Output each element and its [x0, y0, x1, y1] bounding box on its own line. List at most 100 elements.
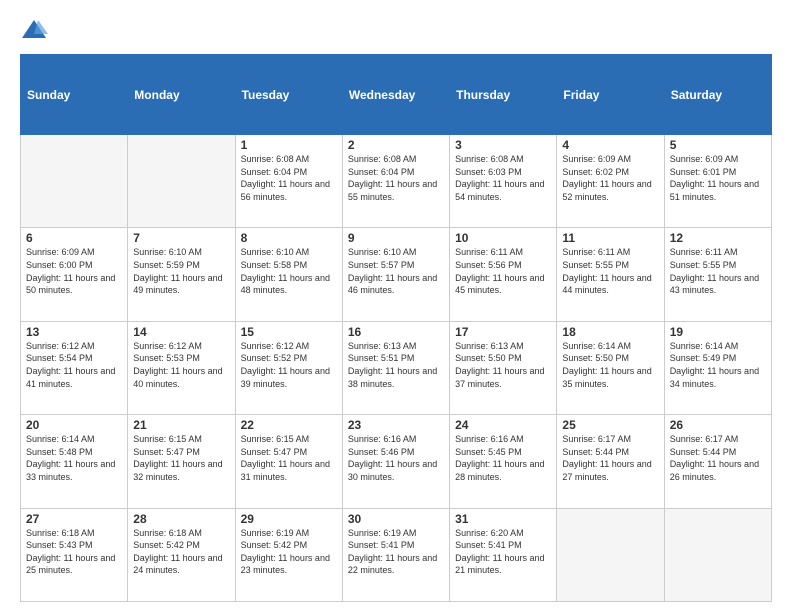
- day-number: 11: [562, 231, 658, 245]
- day-number: 21: [133, 418, 229, 432]
- day-header-friday: Friday: [557, 55, 664, 135]
- day-number: 9: [348, 231, 444, 245]
- day-number: 22: [241, 418, 337, 432]
- day-info: Sunrise: 6:08 AM Sunset: 6:03 PM Dayligh…: [455, 153, 551, 203]
- day-number: 3: [455, 138, 551, 152]
- day-number: 31: [455, 512, 551, 526]
- day-number: 18: [562, 325, 658, 339]
- day-info: Sunrise: 6:09 AM Sunset: 6:02 PM Dayligh…: [562, 153, 658, 203]
- day-info: Sunrise: 6:16 AM Sunset: 5:45 PM Dayligh…: [455, 433, 551, 483]
- calendar-cell: 29Sunrise: 6:19 AM Sunset: 5:42 PM Dayli…: [235, 508, 342, 601]
- day-info: Sunrise: 6:09 AM Sunset: 6:00 PM Dayligh…: [26, 246, 122, 296]
- calendar-cell: 17Sunrise: 6:13 AM Sunset: 5:50 PM Dayli…: [450, 321, 557, 414]
- day-info: Sunrise: 6:19 AM Sunset: 5:42 PM Dayligh…: [241, 527, 337, 577]
- day-number: 29: [241, 512, 337, 526]
- day-number: 5: [670, 138, 766, 152]
- calendar-cell: 20Sunrise: 6:14 AM Sunset: 5:48 PM Dayli…: [21, 415, 128, 508]
- calendar-cell: 11Sunrise: 6:11 AM Sunset: 5:55 PM Dayli…: [557, 228, 664, 321]
- calendar-cell: 30Sunrise: 6:19 AM Sunset: 5:41 PM Dayli…: [342, 508, 449, 601]
- calendar-cell: 13Sunrise: 6:12 AM Sunset: 5:54 PM Dayli…: [21, 321, 128, 414]
- calendar-cell: 4Sunrise: 6:09 AM Sunset: 6:02 PM Daylig…: [557, 135, 664, 228]
- calendar-cell: [557, 508, 664, 601]
- day-info: Sunrise: 6:12 AM Sunset: 5:52 PM Dayligh…: [241, 340, 337, 390]
- calendar-cell: 28Sunrise: 6:18 AM Sunset: 5:42 PM Dayli…: [128, 508, 235, 601]
- day-number: 10: [455, 231, 551, 245]
- day-info: Sunrise: 6:11 AM Sunset: 5:55 PM Dayligh…: [562, 246, 658, 296]
- day-number: 4: [562, 138, 658, 152]
- day-number: 2: [348, 138, 444, 152]
- day-info: Sunrise: 6:11 AM Sunset: 5:55 PM Dayligh…: [670, 246, 766, 296]
- day-info: Sunrise: 6:18 AM Sunset: 5:43 PM Dayligh…: [26, 527, 122, 577]
- day-info: Sunrise: 6:10 AM Sunset: 5:57 PM Dayligh…: [348, 246, 444, 296]
- header: [20, 16, 772, 44]
- calendar-week-2: 13Sunrise: 6:12 AM Sunset: 5:54 PM Dayli…: [21, 321, 772, 414]
- page: SundayMondayTuesdayWednesdayThursdayFrid…: [0, 0, 792, 612]
- day-number: 6: [26, 231, 122, 245]
- day-number: 28: [133, 512, 229, 526]
- day-number: 14: [133, 325, 229, 339]
- header-row: SundayMondayTuesdayWednesdayThursdayFrid…: [21, 55, 772, 135]
- calendar-cell: 15Sunrise: 6:12 AM Sunset: 5:52 PM Dayli…: [235, 321, 342, 414]
- calendar-cell: 7Sunrise: 6:10 AM Sunset: 5:59 PM Daylig…: [128, 228, 235, 321]
- day-info: Sunrise: 6:17 AM Sunset: 5:44 PM Dayligh…: [562, 433, 658, 483]
- calendar-cell: 19Sunrise: 6:14 AM Sunset: 5:49 PM Dayli…: [664, 321, 771, 414]
- calendar-cell: 23Sunrise: 6:16 AM Sunset: 5:46 PM Dayli…: [342, 415, 449, 508]
- day-header-tuesday: Tuesday: [235, 55, 342, 135]
- day-number: 27: [26, 512, 122, 526]
- day-number: 1: [241, 138, 337, 152]
- day-info: Sunrise: 6:13 AM Sunset: 5:50 PM Dayligh…: [455, 340, 551, 390]
- day-info: Sunrise: 6:09 AM Sunset: 6:01 PM Dayligh…: [670, 153, 766, 203]
- day-info: Sunrise: 6:14 AM Sunset: 5:48 PM Dayligh…: [26, 433, 122, 483]
- day-number: 23: [348, 418, 444, 432]
- calendar-table: SundayMondayTuesdayWednesdayThursdayFrid…: [20, 54, 772, 602]
- day-header-saturday: Saturday: [664, 55, 771, 135]
- calendar-body: 1 Sunrise: 6:08 AM Sunset: 6:04 PM Daylig…: [21, 135, 772, 602]
- calendar-cell: 22Sunrise: 6:15 AM Sunset: 5:47 PM Dayli…: [235, 415, 342, 508]
- logo-icon: [20, 16, 48, 44]
- logo: [20, 16, 52, 44]
- calendar-cell: 10Sunrise: 6:11 AM Sunset: 5:56 PM Dayli…: [450, 228, 557, 321]
- calendar-cell: 3Sunrise: 6:08 AM Sunset: 6:03 PM Daylig…: [450, 135, 557, 228]
- calendar-week-4: 27Sunrise: 6:18 AM Sunset: 5:43 PM Dayli…: [21, 508, 772, 601]
- calendar-cell: 5Sunrise: 6:09 AM Sunset: 6:01 PM Daylig…: [664, 135, 771, 228]
- day-number: 7: [133, 231, 229, 245]
- day-info: Sunrise: 6:16 AM Sunset: 5:46 PM Dayligh…: [348, 433, 444, 483]
- day-info: Sunrise: 6:15 AM Sunset: 5:47 PM Dayligh…: [133, 433, 229, 483]
- calendar-cell: 25Sunrise: 6:17 AM Sunset: 5:44 PM Dayli…: [557, 415, 664, 508]
- calendar-cell: 27Sunrise: 6:18 AM Sunset: 5:43 PM Dayli…: [21, 508, 128, 601]
- calendar-cell: 18Sunrise: 6:14 AM Sunset: 5:50 PM Dayli…: [557, 321, 664, 414]
- day-number: 13: [26, 325, 122, 339]
- day-info: Sunrise: 6:15 AM Sunset: 5:47 PM Dayligh…: [241, 433, 337, 483]
- day-info: Sunrise: 6:12 AM Sunset: 5:53 PM Dayligh…: [133, 340, 229, 390]
- calendar-cell: 26Sunrise: 6:17 AM Sunset: 5:44 PM Dayli…: [664, 415, 771, 508]
- day-info: Sunrise: 6:08 AM Sunset: 6:04 PM Dayligh…: [348, 153, 444, 203]
- day-info: Sunrise: 6:14 AM Sunset: 5:49 PM Dayligh…: [670, 340, 766, 390]
- calendar-cell: 2Sunrise: 6:08 AM Sunset: 6:04 PM Daylig…: [342, 135, 449, 228]
- day-header-wednesday: Wednesday: [342, 55, 449, 135]
- calendar-week-3: 20Sunrise: 6:14 AM Sunset: 5:48 PM Dayli…: [21, 415, 772, 508]
- day-info: Sunrise: 6:11 AM Sunset: 5:56 PM Dayligh…: [455, 246, 551, 296]
- calendar-cell: 12Sunrise: 6:11 AM Sunset: 5:55 PM Dayli…: [664, 228, 771, 321]
- calendar-cell: [21, 135, 128, 228]
- day-header-monday: Monday: [128, 55, 235, 135]
- calendar-week-0: 1 Sunrise: 6:08 AM Sunset: 6:04 PM Daylig…: [21, 135, 772, 228]
- calendar-header: SundayMondayTuesdayWednesdayThursdayFrid…: [21, 55, 772, 135]
- calendar-cell: 9Sunrise: 6:10 AM Sunset: 5:57 PM Daylig…: [342, 228, 449, 321]
- day-info: Sunrise: 6:12 AM Sunset: 5:54 PM Dayligh…: [26, 340, 122, 390]
- day-info: Sunrise: 6:20 AM Sunset: 5:41 PM Dayligh…: [455, 527, 551, 577]
- calendar-cell: 31Sunrise: 6:20 AM Sunset: 5:41 PM Dayli…: [450, 508, 557, 601]
- calendar-cell: 6Sunrise: 6:09 AM Sunset: 6:00 PM Daylig…: [21, 228, 128, 321]
- day-number: 26: [670, 418, 766, 432]
- calendar-week-1: 6Sunrise: 6:09 AM Sunset: 6:00 PM Daylig…: [21, 228, 772, 321]
- calendar-cell: 1Sunrise: 6:08 AM Sunset: 6:04 PM Daylig…: [235, 135, 342, 228]
- day-number: 25: [562, 418, 658, 432]
- calendar-cell: 16Sunrise: 6:13 AM Sunset: 5:51 PM Dayli…: [342, 321, 449, 414]
- day-info: Sunrise: 6:18 AM Sunset: 5:42 PM Dayligh…: [133, 527, 229, 577]
- day-info: Sunrise: 6:19 AM Sunset: 5:41 PM Dayligh…: [348, 527, 444, 577]
- day-number: 8: [241, 231, 337, 245]
- day-number: 20: [26, 418, 122, 432]
- calendar-cell: 8Sunrise: 6:10 AM Sunset: 5:58 PM Daylig…: [235, 228, 342, 321]
- day-number: 15: [241, 325, 337, 339]
- day-info: Sunrise: 6:10 AM Sunset: 5:59 PM Dayligh…: [133, 246, 229, 296]
- day-info: Sunrise: 6:10 AM Sunset: 5:58 PM Dayligh…: [241, 246, 337, 296]
